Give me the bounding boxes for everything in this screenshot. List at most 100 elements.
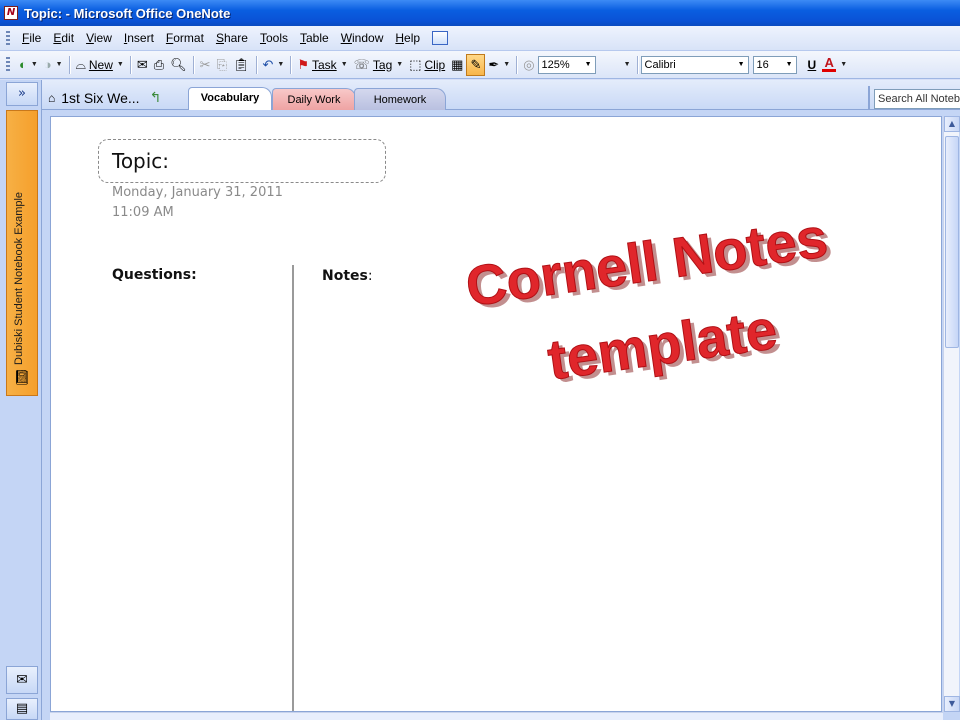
font-size-select[interactable]: 16 ▼ (752, 55, 797, 74)
tag-button[interactable]: ☏ Tag ▼ (351, 54, 407, 76)
notebook-tab[interactable]: Dubiski Student Notebook Example 📓︎ (6, 110, 38, 396)
email-icon: ✉ (136, 56, 148, 72)
horizontal-scrollbar[interactable] (50, 712, 943, 720)
search-divider (868, 86, 870, 110)
pen-button[interactable]: ✒ ▼ (485, 54, 513, 76)
back-button[interactable]: ◐ ▼ (16, 54, 41, 76)
menu-edit[interactable]: Edit (47, 29, 80, 47)
research-button[interactable]: ◎ (520, 54, 537, 76)
clip-label: Clip (424, 57, 446, 72)
notes-heading[interactable]: Notes: (322, 268, 373, 284)
search-input[interactable]: Search All Notebooks (874, 89, 960, 109)
scissors-icon: ✂ (199, 56, 211, 72)
notes-heading-text: Notes (322, 268, 368, 284)
cornell-notes-wordart: Cornell Notes Cornell Notes template tem… (462, 205, 836, 395)
clip-button[interactable]: ⬚ Clip (406, 54, 448, 76)
scroll-thumb[interactable] (945, 136, 959, 348)
column-divider (292, 265, 294, 711)
back-arrow-icon: ◐ (19, 56, 27, 72)
font-select[interactable]: Calibri ▼ (640, 55, 749, 74)
task-button[interactable]: ⚑ Task ▼ (294, 54, 350, 76)
wordart-line2: template (544, 297, 781, 391)
font-color-button[interactable]: A ▼ (819, 54, 850, 76)
tab-vocabulary[interactable]: Vocabulary (188, 87, 272, 110)
menu-bar: File Edit View Insert Format Share Tools… (0, 26, 960, 51)
section-tab-row: ⌂ 1st Six We... ↰ Vocabulary Daily Work … (42, 80, 960, 110)
section-group-label: 1st Six We... (61, 89, 140, 106)
toolbar-grip[interactable] (6, 57, 10, 72)
table-icon: ▦ (451, 56, 464, 72)
cut-button[interactable]: ✂ (197, 54, 214, 76)
copy-button[interactable]: ⎘ (214, 54, 230, 76)
wordart-line1-shadow: Cornell Notes (467, 209, 836, 322)
scroll-down-icon[interactable]: ▼ (944, 696, 960, 712)
print-button[interactable]: ⎙ (151, 54, 167, 76)
forward-arrow-icon: ◑ (43, 56, 52, 72)
onenote-icon: N (4, 6, 18, 20)
underline-button[interactable]: U (805, 54, 820, 76)
full-page-view-icon[interactable] (432, 31, 449, 45)
window-title: Topic: - Microsoft Office OneNote (24, 5, 231, 21)
paste-button[interactable]: 📋︎ (230, 54, 253, 76)
menu-help[interactable]: Help (389, 29, 426, 47)
notebook-navigation-bar: » Dubiski Student Notebook Example 📓︎ ✉ … (0, 80, 42, 720)
zoom-select[interactable]: 125% ▼ (537, 55, 596, 74)
undo-button[interactable]: ↶ ▼ (260, 54, 288, 76)
menu-format[interactable]: Format (160, 29, 210, 47)
print-preview-icon: 🔍︎ (170, 56, 187, 72)
wordart-line1: Cornell Notes (462, 205, 831, 318)
tab-homework[interactable]: Homework (354, 88, 446, 110)
table-button[interactable]: ▦ (448, 54, 466, 76)
title-bar: N Topic: - Microsoft Office OneNote (0, 0, 960, 26)
vertical-scrollbar[interactable]: ▲ ▼ (943, 116, 960, 712)
section-group-icon: ⌂ (48, 90, 56, 105)
print-preview-button[interactable]: 🔍︎ (167, 54, 190, 76)
toolbar-grip[interactable] (6, 30, 10, 46)
notebook-name: Dubiski Student Notebook Example (13, 191, 25, 365)
printer-icon: ⎙ (153, 56, 165, 72)
font-size-value: 16 (756, 58, 769, 71)
page-date: Monday, January 31, 2011 (112, 185, 283, 200)
menu-tools[interactable]: Tools (254, 29, 294, 47)
questions-heading[interactable]: Questions: (112, 267, 197, 283)
menu-file[interactable]: File (16, 29, 47, 47)
screen-clip-icon: ⬚ (409, 56, 422, 72)
unfiled-notes-icon: ✉ (16, 672, 28, 688)
menu-table[interactable]: Table (294, 29, 335, 47)
section-group[interactable]: ⌂ 1st Six We... ↰ (48, 89, 161, 106)
email-button[interactable]: ✉ (134, 54, 151, 76)
zoom-value: 125% (541, 58, 570, 71)
menu-share[interactable]: Share (210, 29, 254, 47)
undo-icon: ↶ (262, 56, 274, 72)
font-color-icon: A (822, 55, 837, 72)
pen-mode-button[interactable]: ✎ (466, 53, 486, 76)
tab-daily-work[interactable]: Daily Work (272, 88, 356, 110)
new-label: New (88, 57, 113, 72)
page-area: Topic: Monday, January 31, 2011 11:09 AM… (42, 110, 960, 720)
notebook-list-icon: ▤ (15, 701, 29, 716)
unfiled-notes-button[interactable]: ✉ (6, 666, 38, 694)
new-page-icon: ⌓ (75, 56, 86, 72)
forward-button[interactable]: ◑ ▼ (41, 54, 66, 76)
new-button[interactable]: ⌓ New ▼ (73, 54, 127, 76)
tag-icon: ☏ (353, 56, 370, 72)
paste-icon: 📋︎ (232, 56, 250, 72)
page-title[interactable]: Topic: (112, 149, 169, 173)
menu-view[interactable]: View (80, 29, 118, 47)
wordart-line2-shadow: template (548, 300, 785, 394)
expand-navigation-button[interactable]: » (6, 82, 38, 106)
notebook-list-button[interactable]: ▤ (6, 698, 38, 720)
copy-icon: ⎘ (216, 56, 227, 72)
research-icon: ◎ (523, 56, 535, 72)
notes-heading-colon: : (367, 268, 373, 284)
scroll-up-icon[interactable]: ▲ (944, 116, 960, 132)
note-page[interactable]: Topic: Monday, January 31, 2011 11:09 AM… (50, 116, 942, 712)
page-time: 11:09 AM (112, 205, 174, 220)
menu-insert[interactable]: Insert (118, 29, 160, 47)
underline-icon: U (807, 57, 817, 72)
pen-select-icon: ✎ (470, 56, 482, 72)
menu-window[interactable]: Window (335, 29, 390, 47)
navigate-up-icon[interactable]: ↰ (150, 89, 162, 106)
toolbar-options-button[interactable]: ▼ (596, 54, 634, 76)
font-color-letter: A (824, 55, 834, 70)
